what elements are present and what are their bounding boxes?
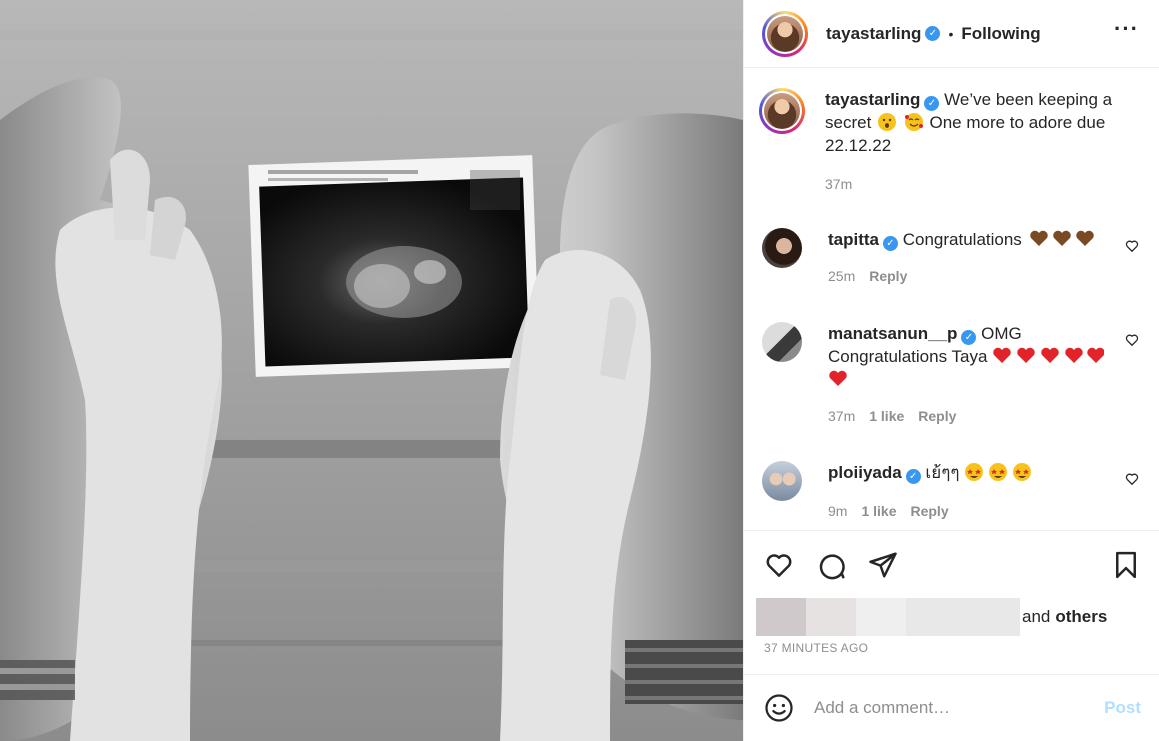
comment-username[interactable]: ploiiyada <box>828 463 902 482</box>
reply-button[interactable]: Reply <box>918 408 956 424</box>
following-button[interactable]: Following <box>961 24 1040 44</box>
post-actions: and others 37 MINUTES AGO <box>744 530 1159 674</box>
post-details-panel: tayastarling ✓ • Following ··· tayastarl… <box>743 0 1159 741</box>
paper-plane-icon[interactable] <box>868 550 898 580</box>
star-struck-emoji-icon <box>965 463 1032 481</box>
liker-avatar-blurred <box>856 598 906 636</box>
caption: tayastarling ✓ We’ve been keeping a secre… <box>759 88 1141 196</box>
comment-item: manatsanun__p ✓ OMG Congratulations Taya … <box>762 322 1141 428</box>
caption-username[interactable]: tayastarling <box>825 90 920 109</box>
heart-outline-icon[interactable] <box>764 550 794 580</box>
comment-like-heart-icon[interactable] <box>1125 333 1139 347</box>
caption-time: 37m <box>825 176 853 192</box>
comment-time: 37m <box>828 408 856 424</box>
ultrasound-announcement-photo <box>0 0 743 741</box>
commenter-avatar[interactable] <box>762 322 802 362</box>
post-timestamp[interactable]: 37 MINUTES AGO <box>764 641 868 655</box>
comment-like-heart-icon[interactable] <box>1125 239 1139 253</box>
comment-username[interactable]: manatsanun__p <box>828 324 957 343</box>
verified-badge-icon: ✓ <box>883 236 898 251</box>
hushed-face-emoji-icon <box>878 113 897 131</box>
comment-username[interactable]: tapitta <box>828 230 879 249</box>
comment-item: tapitta ✓ Congratulations 25m Reply <box>762 228 1141 288</box>
reply-button[interactable]: Reply <box>910 503 948 519</box>
commenter-avatar[interactable] <box>762 228 802 268</box>
smiley-icon[interactable] <box>764 693 794 723</box>
bookmark-icon[interactable] <box>1111 550 1141 580</box>
comment-time: 9m <box>828 503 848 519</box>
post-header: tayastarling ✓ • Following ··· <box>744 0 1159 68</box>
liker-avatar-blurred <box>806 598 856 636</box>
caption-avatar[interactable] <box>759 88 805 134</box>
liker-avatar-blurred <box>756 598 806 636</box>
author-avatar[interactable] <box>762 10 808 57</box>
add-comment-input[interactable] <box>814 698 1084 718</box>
comment-item: ploiiyada ✓ เย้ๆๆ 9m 1 like Reply <box>762 461 1141 523</box>
post-photo[interactable] <box>0 0 743 741</box>
liked-by-others-link[interactable]: others <box>1055 607 1107 627</box>
comment-time: 25m <box>828 268 856 284</box>
red-hearts-emoji-icon <box>993 347 1105 363</box>
header-separator: • <box>948 25 954 42</box>
verified-badge-icon: ✓ <box>961 330 977 345</box>
ultrasound-print <box>248 155 540 377</box>
comment-text: Congratulations <box>902 230 1022 249</box>
comments-list[interactable]: tayastarling ✓ We’ve been keeping a secre… <box>744 69 1159 530</box>
comment-likes-count[interactable]: 1 like <box>869 408 904 424</box>
comment-text: เย้ๆๆ <box>925 463 960 482</box>
liked-by-and: and <box>1022 607 1051 626</box>
comment-likes-count[interactable]: 1 like <box>861 503 896 519</box>
comment-bubble-icon[interactable] <box>816 550 846 580</box>
verified-badge-icon: ✓ <box>924 96 940 111</box>
smiling-hearts-emoji-icon <box>904 113 923 131</box>
liked-by[interactable]: and others <box>756 598 1107 636</box>
verified-badge-icon: ✓ <box>925 26 941 41</box>
liker-name-blurred <box>906 598 1020 636</box>
verified-badge-icon: ✓ <box>905 469 921 484</box>
red-heart-emoji-icon <box>829 370 847 386</box>
comment-like-heart-icon[interactable] <box>1125 472 1139 486</box>
post-comment-button[interactable]: Post <box>1104 698 1141 718</box>
author-username[interactable]: tayastarling <box>826 24 921 44</box>
commenter-avatar[interactable] <box>762 461 802 501</box>
instagram-post: tayastarling ✓ • Following ··· tayastarl… <box>0 0 1159 741</box>
brown-hearts-emoji-icon <box>1029 230 1094 246</box>
add-comment-bar: Post <box>744 674 1159 741</box>
reply-button[interactable]: Reply <box>869 268 907 284</box>
more-options-icon[interactable]: ··· <box>1114 18 1139 40</box>
